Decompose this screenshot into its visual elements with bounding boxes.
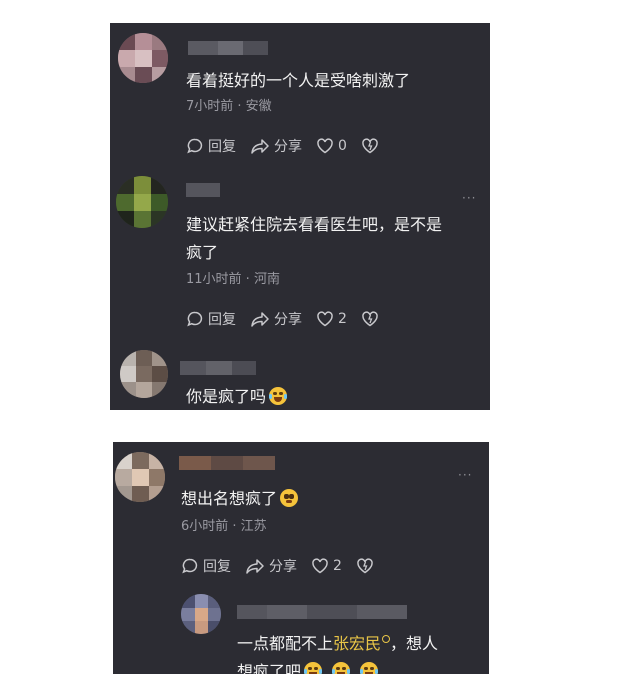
like-button[interactable]: 0: [316, 138, 347, 154]
like-icon: [317, 311, 333, 327]
username-blurred[interactable]: [237, 605, 407, 619]
reply-text: 一点都配不上张宏民 ，想人: [237, 632, 438, 656]
search-icon[interactable]: [382, 635, 391, 643]
comment-actions: 回复 分享 2: [181, 556, 392, 576]
reply-text-suffix: ，想人: [390, 634, 439, 653]
dislike-button[interactable]: [356, 558, 378, 574]
comment-text-content: 想出名想疯了: [181, 489, 278, 508]
reply-text-line2: 想疯了吧: [237, 660, 379, 674]
like-icon: [317, 138, 333, 154]
more-options-button[interactable]: ···: [458, 468, 472, 482]
avatar[interactable]: [118, 33, 168, 83]
username-blurred[interactable]: [180, 361, 256, 375]
reply-button[interactable]: 回复: [186, 309, 236, 329]
comment-meta: 6小时前 · 江苏: [181, 519, 267, 534]
comment-text: 建议赶紧住院去看看医生吧，是不是: [186, 215, 443, 234]
laughing-tears-emoji: [332, 662, 351, 674]
comment-text: 看着挺好的一个人是受啥刺激了: [186, 71, 411, 90]
share-icon: [246, 559, 264, 574]
reply-text-line2-content: 想疯了吧: [237, 662, 302, 674]
comment-text: 你是疯了吗: [186, 385, 288, 409]
username-blurred[interactable]: [186, 183, 220, 197]
comment-icon: [182, 558, 198, 574]
reply-label: 回复: [208, 139, 236, 155]
reply-label: 回复: [203, 559, 231, 575]
dislike-icon: [357, 558, 373, 574]
comment-text: 想出名想疯了: [181, 487, 299, 511]
share-label: 分享: [274, 312, 302, 328]
pleading-emoji: [280, 489, 299, 507]
avatar[interactable]: [115, 452, 165, 502]
dislike-button[interactable]: [361, 311, 383, 327]
mention-link[interactable]: 张宏民: [333, 634, 381, 653]
share-label: 分享: [269, 559, 297, 575]
comment-actions: 回复 分享 0: [186, 136, 397, 156]
dislike-icon: [362, 311, 378, 327]
comment-meta: 7小时前 · 安徽: [186, 99, 272, 114]
more-options-button[interactable]: ···: [462, 191, 476, 205]
reply-button[interactable]: 回复: [181, 556, 231, 576]
share-icon: [251, 139, 269, 154]
like-button[interactable]: 2: [316, 311, 347, 327]
comment-text-content: 你是疯了吗: [186, 387, 267, 406]
share-button[interactable]: 分享: [245, 556, 297, 576]
like-icon: [312, 558, 328, 574]
share-icon: [251, 312, 269, 327]
avatar[interactable]: [116, 176, 168, 228]
share-button[interactable]: 分享: [250, 309, 302, 329]
comment-panel-2: ··· 想出名想疯了 6小时前 · 江苏 回复 分享 2 一点都配不上张宏民 ，…: [113, 442, 489, 674]
like-count: 2: [338, 311, 347, 327]
like-button[interactable]: 2: [311, 558, 342, 574]
comment-meta: 11小时前 · 河南: [186, 272, 280, 287]
username-blurred[interactable]: [188, 41, 268, 55]
reply-button[interactable]: 回复: [186, 136, 236, 156]
reply-text-prefix: 一点都配不上: [237, 634, 334, 653]
like-count: 0: [338, 138, 347, 154]
laughing-tears-emoji: [269, 387, 288, 405]
avatar[interactable]: [120, 350, 168, 398]
username-blurred[interactable]: [179, 456, 275, 470]
comment-panel-1: 看着挺好的一个人是受啥刺激了 7小时前 · 安徽 回复 分享 0 ··· 建议赶…: [110, 23, 490, 410]
like-count: 2: [333, 558, 342, 574]
laughing-tears-emoji: [360, 662, 379, 674]
share-button[interactable]: 分享: [250, 136, 302, 156]
laughing-tears-emoji: [304, 662, 323, 674]
dislike-icon: [362, 138, 378, 154]
comment-icon: [187, 311, 203, 327]
comment-icon: [187, 138, 203, 154]
comment-text-line2: 疯了: [186, 243, 219, 262]
dislike-button[interactable]: [361, 138, 383, 154]
share-label: 分享: [274, 139, 302, 155]
comment-actions: 回复 分享 2: [186, 309, 397, 329]
avatar[interactable]: [181, 594, 221, 634]
reply-label: 回复: [208, 312, 236, 328]
